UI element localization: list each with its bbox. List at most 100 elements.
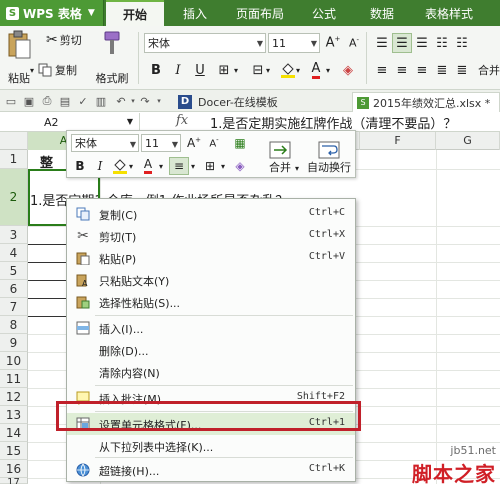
menu-item-insert[interactable]: 插入(I)... <box>67 317 355 339</box>
format-painter-small-icon[interactable]: ▥ <box>94 94 108 108</box>
row-header-13[interactable]: 13 <box>0 406 28 424</box>
chevron-down-icon[interactable]: ▾ <box>157 157 165 175</box>
print-icon[interactable]: ⎙ <box>40 94 54 108</box>
outdent-button[interactable]: ☷ <box>452 33 472 53</box>
menu-item-clear-contents[interactable]: 清除内容(N) <box>67 361 355 383</box>
chevron-down-icon[interactable]: ▾ <box>189 157 197 175</box>
print-preview-icon[interactable]: ▤ <box>58 94 72 108</box>
menu-item-pick-from-list[interactable]: 从下拉列表中选择(K)... <box>67 435 355 457</box>
merge-center-button-partial[interactable]: 合并 <box>478 62 500 78</box>
app-menu-button[interactable]: S WPS 表格 ▼ <box>0 0 104 26</box>
row-header-16[interactable]: 16 <box>0 460 28 478</box>
row-header-7[interactable]: 7 <box>0 298 28 316</box>
chevron-down-icon[interactable]: ▾ <box>219 157 227 175</box>
align-middle-button[interactable]: ☰ <box>392 33 412 53</box>
underline-button[interactable]: U <box>190 60 210 80</box>
mini-border-button[interactable]: ⊞ <box>201 157 219 175</box>
row-header-5[interactable]: 5 <box>0 262 28 280</box>
column-header-g[interactable]: G <box>436 132 500 150</box>
row-header-11[interactable]: 11 <box>0 370 28 388</box>
mini-font-name-select[interactable]: 宋体 ▼ <box>71 134 139 152</box>
align-bottom-button[interactable]: ☰ <box>412 33 432 53</box>
tab-insert[interactable]: 插入 <box>168 0 222 26</box>
row-header-1[interactable]: 1 <box>0 150 28 169</box>
font-color-button[interactable]: A <box>306 60 326 80</box>
tab-data[interactable]: 数据 <box>356 0 408 26</box>
chevron-down-icon[interactable]: ▾ <box>293 159 301 177</box>
row-header-17[interactable]: 17 <box>0 478 28 484</box>
bold-button[interactable]: B <box>146 60 166 80</box>
distribute-button[interactable]: ≣ <box>452 60 472 80</box>
mini-wrap-text-button[interactable]: 自动换行 <box>303 133 355 177</box>
row-header-9[interactable]: 9 <box>0 334 28 352</box>
row-header-14[interactable]: 14 <box>0 424 28 442</box>
cut-button[interactable]: ✂ 剪切 <box>46 32 82 48</box>
italic-button[interactable]: I <box>168 60 188 80</box>
chevron-down-icon[interactable]: ▾ <box>326 66 330 75</box>
redo-icon[interactable]: ↷ <box>138 94 152 108</box>
row-header-10[interactable]: 10 <box>0 352 28 370</box>
row-header-6[interactable]: 6 <box>0 280 28 298</box>
paste-button[interactable]: 粘贴 <box>4 30 34 86</box>
mini-increase-font-button[interactable]: A+ <box>185 134 203 152</box>
docer-tab[interactable]: D Docer-在线模板 <box>178 92 336 111</box>
chevron-down-icon[interactable]: ▾ <box>266 66 270 75</box>
document-tab[interactable]: S 2015年绩效汇总.xlsx * <box>352 92 500 112</box>
menu-item-paste-special[interactable]: 选择性粘贴(S)... <box>67 291 355 313</box>
align-top-button[interactable]: ☰ <box>372 33 392 53</box>
column-header-f[interactable]: F <box>360 132 436 150</box>
fx-icon[interactable]: fx <box>176 113 188 128</box>
format-painter-button[interactable]: 格式刷 <box>94 30 130 86</box>
row-header-2[interactable]: 2 <box>0 169 28 226</box>
border-button[interactable]: ⊞ <box>214 60 234 80</box>
mini-font-color-button[interactable]: A <box>139 157 157 175</box>
menu-item-paste[interactable]: 粘贴(P) Ctrl+V <box>67 247 355 269</box>
decrease-font-button[interactable]: A- <box>344 33 364 53</box>
font-size-select[interactable]: 11 ▼ <box>268 33 320 53</box>
menu-item-delete[interactable]: 删除(D)... <box>67 339 355 361</box>
decrease-font-icon: A- <box>209 136 219 150</box>
chevron-down-icon[interactable]: ▾ <box>296 66 300 75</box>
mini-italic-button[interactable]: I <box>91 157 109 175</box>
select-all-corner[interactable] <box>0 132 28 150</box>
increase-font-button[interactable]: A+ <box>323 33 343 53</box>
menu-item-hyperlink[interactable]: 超链接(H)... Ctrl+K <box>67 459 355 481</box>
row-header-15[interactable]: 15 <box>0 442 28 460</box>
row-header-8[interactable]: 8 <box>0 316 28 334</box>
align-center-button[interactable]: ≡ <box>392 60 412 80</box>
chevron-down-icon[interactable]: ▾ <box>152 94 166 108</box>
chevron-down-icon[interactable]: ▾ <box>234 66 238 75</box>
tab-home[interactable]: 开始 <box>106 0 164 26</box>
save-icon[interactable]: ▣ <box>22 94 36 108</box>
row-header-12[interactable]: 12 <box>0 388 28 406</box>
chevron-down-icon[interactable]: ▾ <box>127 157 135 175</box>
indent-button[interactable]: ☷ <box>432 33 452 53</box>
name-box[interactable]: A2 ▼ <box>0 113 140 131</box>
row-header-3[interactable]: 3 <box>0 226 28 244</box>
copy-button[interactable]: 复制 <box>38 62 77 78</box>
tab-formulas[interactable]: 公式 <box>298 0 350 26</box>
mini-font-size-value: 11 <box>145 136 159 150</box>
mini-style-button[interactable]: ▦ <box>231 134 249 152</box>
tab-page-layout[interactable]: 页面布局 <box>226 0 294 26</box>
menu-item-cut[interactable]: ✂ 剪切(T) Ctrl+X <box>67 225 355 247</box>
tab-table-style[interactable]: 表格样式 <box>414 0 484 26</box>
row-header-4[interactable]: 4 <box>0 244 28 262</box>
justify-button[interactable]: ≣ <box>432 60 452 80</box>
spellcheck-icon[interactable]: ✓ <box>76 94 90 108</box>
merge-icon-button[interactable]: ⊟ <box>248 60 268 80</box>
mini-clear-format-button[interactable]: ◈ <box>231 157 249 175</box>
chevron-down-icon[interactable]: ▾ <box>30 66 34 75</box>
mini-decrease-font-button[interactable]: A- <box>205 134 223 152</box>
menu-item-paste-text-only[interactable]: A 只粘贴文本(Y) <box>67 269 355 291</box>
align-right-button[interactable]: ≡ <box>412 60 432 80</box>
fill-color-button[interactable] <box>278 60 298 80</box>
mini-align-button[interactable]: ≡ <box>169 157 189 175</box>
open-folder-icon[interactable]: ▭ <box>4 94 18 108</box>
menu-item-copy[interactable]: 复制(C) Ctrl+C <box>67 203 355 225</box>
font-name-select[interactable]: 宋体 ▼ <box>144 33 266 53</box>
mini-font-size-select[interactable]: 11 ▼ <box>141 134 181 152</box>
align-left-button[interactable]: ≡ <box>372 60 392 80</box>
mini-bold-button[interactable]: B <box>71 157 89 175</box>
clear-format-button[interactable]: ◈ <box>338 60 358 80</box>
